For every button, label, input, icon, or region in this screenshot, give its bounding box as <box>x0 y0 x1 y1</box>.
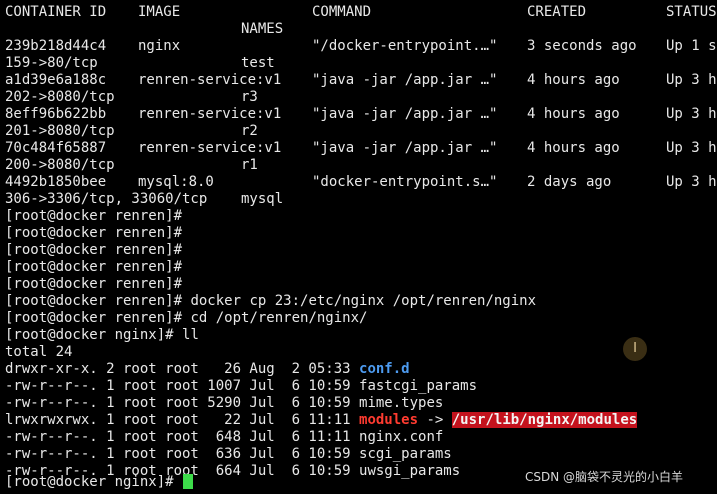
directory-name: conf.d <box>359 361 410 377</box>
shell-prompt: [root@docker renren]# <box>5 310 191 326</box>
container-created: 4 hours ago <box>527 140 620 156</box>
container-row: a1d39e6a188c renren-service:v1 "java -ja… <box>5 72 717 89</box>
file-meta: drwxr-xr-x. 2 root root 26 Aug 2 05:33 <box>5 361 360 377</box>
container-row-wrap: 159->80/tcp test <box>5 55 275 72</box>
listing-row: -rw-r--r--. 1 root root 5290 Jul 6 10:59… <box>5 395 443 412</box>
container-row-wrap: 202->8080/tcp r3 <box>5 89 258 106</box>
command-line-ll: [root@docker nginx]# ll <box>5 327 199 344</box>
container-name: test <box>241 55 275 71</box>
shell-prompt: [root@docker renren]# <box>5 208 191 224</box>
listing-total: total 24 <box>5 344 73 360</box>
container-ports: 159->80/tcp <box>5 55 98 71</box>
shell-prompt: [root@docker renren]# <box>5 259 191 275</box>
container-status: Up 3 h <box>666 140 717 156</box>
command-text: cd /opt/renren/nginx/ <box>190 310 368 326</box>
file-name: nginx.conf <box>359 429 444 445</box>
container-status: Up 3 h <box>666 174 717 190</box>
container-id: 239b218d44c4 <box>5 38 107 54</box>
container-id: a1d39e6a188c <box>5 72 107 88</box>
container-ports: 306->3306/tcp, 33060/tcp <box>5 191 208 207</box>
command-text: ll <box>182 327 199 343</box>
container-image: renren-service:v1 <box>138 72 282 88</box>
container-ports: 201->8080/tcp <box>5 123 115 139</box>
shell-prompt: [root@docker renren]# <box>5 225 191 241</box>
csdn-watermark: CSDN @脑袋不灵光的小白羊 <box>525 470 684 484</box>
listing-row: lrwxrwxrwx. 1 root root 22 Jul 6 11:11 m… <box>5 412 638 429</box>
col-header-image: IMAGE <box>138 4 181 20</box>
file-meta: -rw-r--r--. 1 root root 648 Jul 6 11:11 <box>5 429 360 445</box>
col-header-names: NAMES <box>241 21 284 37</box>
file-meta: -rw-r--r--. 1 root root 636 Jul 6 10:59 <box>5 446 360 462</box>
container-row: 239b218d44c4 nginx "/docker-entrypoint.…… <box>5 38 717 55</box>
container-image: mysql:8.0 <box>138 174 214 190</box>
container-command: "java -jar /app.jar …" <box>312 72 498 88</box>
container-name: r3 <box>241 89 258 105</box>
container-name: mysql <box>241 191 284 207</box>
shell-prompt: [root@docker renren]# <box>5 242 191 258</box>
container-row-wrap: 201->8080/tcp r2 <box>5 123 258 140</box>
symlink-target: /usr/lib/nginx/modules <box>451 412 638 428</box>
container-row-wrap: 200->8080/tcp r1 <box>5 157 258 174</box>
i-beam-icon: I <box>623 337 647 361</box>
file-name: uwsgi_params <box>359 463 461 479</box>
active-prompt-line[interactable]: [root@docker nginx]# <box>5 474 194 491</box>
container-ports: 200->8080/tcp <box>5 157 115 173</box>
file-name: scgi_params <box>359 446 452 462</box>
col-header-container-id: CONTAINER ID <box>5 4 107 20</box>
container-status: Up 1 s <box>666 38 717 54</box>
file-meta: -rw-r--r--. 1 root root 5290 Jul 6 10:59 <box>5 395 360 411</box>
file-name: mime.types <box>359 395 444 411</box>
container-image: renren-service:v1 <box>138 140 282 156</box>
command-line-cd: [root@docker renren]# cd /opt/renren/ngi… <box>5 310 367 327</box>
ps-header-wrap-row: NAMES <box>5 21 283 38</box>
container-command: "/docker-entrypoint.…" <box>312 38 498 54</box>
file-meta: -rw-r--r--. 1 root root 1007 Jul 6 10:59 <box>5 378 360 394</box>
container-image: nginx <box>138 38 181 54</box>
container-status: Up 3 h <box>666 106 717 122</box>
container-command: "java -jar /app.jar …" <box>312 140 498 156</box>
container-image: renren-service:v1 <box>138 106 282 122</box>
shell-prompt: [root@docker nginx]# <box>5 327 183 343</box>
ps-header-row: CONTAINER ID IMAGE COMMAND CREATED STATU… <box>5 4 717 21</box>
container-id: 8eff96b622bb <box>5 106 107 122</box>
shell-prompt: [root@docker nginx]# <box>5 474 183 490</box>
container-command: "docker-entrypoint.s…" <box>312 174 498 190</box>
shell-prompt: [root@docker renren]# <box>5 276 191 292</box>
container-row: 8eff96b622bb renren-service:v1 "java -ja… <box>5 106 717 123</box>
terminal-window[interactable]: CONTAINER ID IMAGE COMMAND CREATED STATU… <box>0 0 717 494</box>
command-text: docker cp 23:/etc/nginx /opt/renren/ngin… <box>190 293 537 309</box>
col-header-status: STATUS <box>666 4 717 20</box>
block-cursor-icon <box>183 474 194 489</box>
container-name: r2 <box>241 123 258 139</box>
listing-row: drwxr-xr-x. 2 root root 26 Aug 2 05:33 c… <box>5 361 410 378</box>
shell-prompt: [root@docker renren]# <box>5 293 191 309</box>
symlink-name: modules <box>359 412 419 428</box>
container-id: 4492b1850bee <box>5 174 107 190</box>
container-row: 70c484f65887 renren-service:v1 "java -ja… <box>5 140 717 157</box>
listing-row: -rw-r--r--. 1 root root 1007 Jul 6 10:59… <box>5 378 477 395</box>
col-header-command: COMMAND <box>312 4 372 20</box>
container-status: Up 3 h <box>666 72 717 88</box>
container-ports: 202->8080/tcp <box>5 89 115 105</box>
container-created: 4 hours ago <box>527 106 620 122</box>
listing-row: -rw-r--r--. 1 root root 648 Jul 6 11:11 … <box>5 429 443 446</box>
container-created: 2 days ago <box>527 174 612 190</box>
container-created: 3 seconds ago <box>527 38 637 54</box>
col-header-created: CREATED <box>527 4 587 20</box>
file-meta: lrwxrwxrwx. 1 root root 22 Jul 6 11:11 <box>5 412 360 428</box>
listing-row: -rw-r--r--. 1 root root 636 Jul 6 10:59 … <box>5 446 452 463</box>
container-id: 70c484f65887 <box>5 140 107 156</box>
command-line-docker-cp: [root@docker renren]# docker cp 23:/etc/… <box>5 293 536 310</box>
file-name: fastcgi_params <box>359 378 478 394</box>
container-row-wrap: 306->3306/tcp, 33060/tcp mysql <box>5 191 283 208</box>
container-created: 4 hours ago <box>527 72 620 88</box>
container-command: "java -jar /app.jar …" <box>312 106 498 122</box>
container-row: 4492b1850bee mysql:8.0 "docker-entrypoin… <box>5 174 717 191</box>
container-name: r1 <box>241 157 258 173</box>
symlink-arrow: -> <box>418 412 452 428</box>
